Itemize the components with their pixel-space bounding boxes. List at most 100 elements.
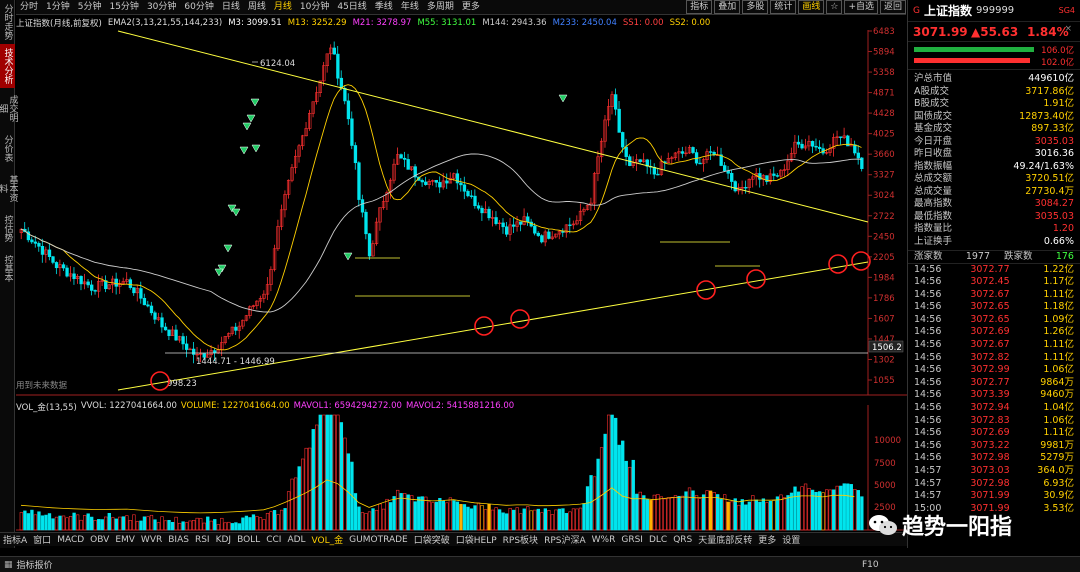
candle-body	[357, 162, 361, 200]
candle-body	[445, 180, 449, 184]
volume-bar	[564, 513, 569, 531]
kline-chart[interactable]: 6483 5894 5358 4871 4428 4025 3660 3327 3024 2722…	[0, 0, 907, 548]
price-axis-label: 2205	[873, 253, 895, 263]
tick-row: 14:56 3072.83 1.06亿	[908, 415, 1080, 428]
indicator-tab-15[interactable]: 口袋HELP	[453, 533, 500, 546]
volume-bar	[515, 507, 519, 531]
status-left[interactable]: 指标报价	[17, 558, 53, 571]
indicator-tab-7[interactable]: RSI	[192, 535, 213, 545]
tick-volume: 3.53亿	[1043, 502, 1074, 514]
indicator-tab-24[interactable]: 设置	[779, 533, 803, 546]
indicator-tab-0[interactable]: 指标A	[0, 533, 30, 546]
indicator-tab-18[interactable]: W%R	[589, 535, 619, 545]
volume-bar	[508, 508, 512, 531]
stat-value: 3035.03	[1034, 210, 1074, 222]
indicator-tab-6[interactable]: BIAS	[165, 535, 192, 545]
tick-price: 3072.45	[970, 276, 1010, 288]
tick-price: 3072.99	[970, 364, 1010, 376]
tick-volume: 1.09亿	[1043, 313, 1074, 325]
volume-bar	[698, 498, 702, 531]
candle-body	[367, 233, 372, 257]
volume-bar	[761, 498, 766, 531]
candle-body	[128, 279, 133, 288]
indicator-tab-17[interactable]: RPS沪深A	[541, 533, 589, 546]
indicator-tab-1[interactable]: 窗口	[30, 533, 54, 546]
volume-bar	[694, 495, 699, 531]
status-f10[interactable]: F10	[862, 560, 879, 570]
stat-label: 今日开盘	[914, 135, 953, 147]
stat-row: 总成交额 3720.51亿	[908, 173, 1080, 186]
status-grid-icon[interactable]: ▦	[0, 560, 17, 570]
candle-body	[213, 350, 217, 354]
volume-bar	[128, 520, 133, 531]
tick-price: 3072.67	[970, 288, 1010, 300]
indicator-tab-9[interactable]: BOLL	[234, 535, 263, 545]
volume-bar	[167, 519, 171, 531]
candle-body	[708, 151, 713, 153]
candle-body	[540, 235, 544, 243]
volume-bar	[121, 516, 125, 531]
indicator-tab-3[interactable]: OBV	[87, 535, 112, 545]
volume-bar	[817, 491, 822, 531]
tick-time: 14:56	[914, 263, 942, 275]
volume-bar	[153, 519, 157, 531]
indicator-tab-20[interactable]: DLC	[646, 535, 670, 545]
indicator-tab-23[interactable]: 更多	[755, 533, 779, 546]
candle-body	[462, 184, 467, 192]
signal-arrow-icon	[343, 252, 353, 261]
indicator-tab-4[interactable]: EMV	[112, 535, 138, 545]
volume-bar	[286, 491, 291, 531]
vol-axis-label: 5000	[874, 481, 896, 491]
quote-close-icon[interactable]: ×	[1064, 24, 1072, 34]
volume-bar	[118, 516, 122, 531]
volume-bar	[606, 414, 611, 531]
volume-bar	[849, 484, 853, 531]
candle-body	[54, 262, 59, 269]
candle-body	[438, 182, 442, 188]
indicator-tab-16[interactable]: RPS板块	[500, 533, 541, 546]
volume-bar	[367, 511, 372, 531]
tick-row: 14:56 3072.67 1.11亿	[908, 289, 1080, 302]
quote-price: 3071.99	[913, 24, 968, 39]
tick-volume: 1.11亿	[1043, 288, 1074, 300]
tick-price: 3073.22	[970, 439, 1010, 451]
indicator-tab-11[interactable]: ADL	[284, 535, 308, 545]
indicator-tab-5[interactable]: WVR	[138, 535, 165, 545]
price-axis-label: 1607	[873, 314, 895, 324]
volume-bar	[227, 521, 231, 531]
indicator-tab-10[interactable]: CCI	[263, 535, 284, 545]
price-axis-label: 6483	[873, 27, 895, 37]
volume-bar	[571, 508, 576, 531]
candle-body	[733, 181, 737, 192]
future-data-label: 用到未来数据	[16, 381, 68, 391]
support-circle	[828, 254, 848, 274]
candle-body	[526, 216, 530, 223]
candle-body	[691, 147, 695, 153]
volume-bar	[107, 512, 111, 531]
stat-label: 最高指数	[914, 198, 953, 209]
tick-price: 3072.98	[970, 452, 1010, 464]
volume-bar	[614, 417, 618, 531]
indicator-tab-2[interactable]: MACD	[54, 535, 87, 545]
candle-body	[810, 141, 815, 147]
indicator-tab-13[interactable]: GUMOTRADE	[346, 535, 411, 545]
support-circle	[746, 269, 766, 289]
volume-bar	[719, 498, 723, 531]
indicator-tab-22[interactable]: 天量底部反转	[695, 533, 755, 546]
candle-body	[142, 297, 147, 306]
volume-bar	[666, 497, 671, 531]
candle-body	[796, 141, 801, 145]
candle-body	[853, 144, 857, 154]
indicator-tab-12[interactable]: VOL_金	[309, 533, 347, 546]
indicator-tab-21[interactable]: QRS	[670, 535, 695, 545]
tick-volume: 1.06亿	[1043, 364, 1074, 376]
candle-body	[656, 173, 660, 176]
tick-price: 3071.99	[970, 490, 1010, 502]
volume-bar	[100, 519, 104, 531]
volume-bar	[621, 440, 625, 531]
volume-bar	[199, 518, 203, 531]
indicator-tab-8[interactable]: KDJ	[213, 535, 235, 545]
indicator-tab-19[interactable]: GRSI	[618, 535, 646, 545]
indicator-tab-14[interactable]: 口袋突破	[411, 533, 453, 546]
volume-bar	[483, 509, 488, 531]
